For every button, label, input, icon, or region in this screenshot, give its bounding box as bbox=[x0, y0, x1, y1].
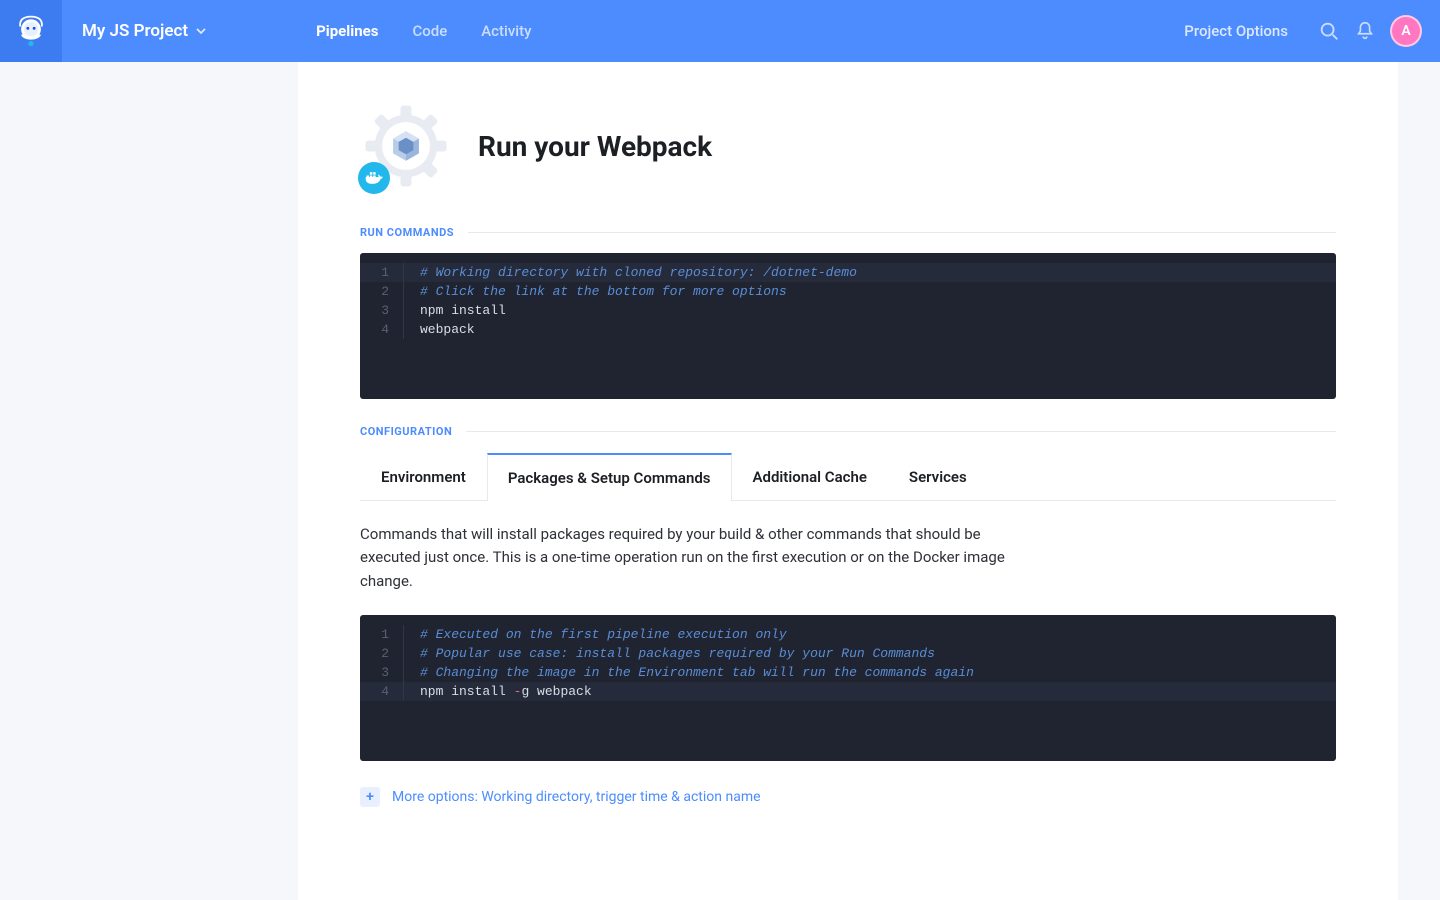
code-content: # Changing the image in the Environment … bbox=[404, 663, 974, 682]
run-commands-section-label: RUN COMMANDS bbox=[360, 226, 1336, 239]
topbar-icons: A bbox=[1318, 15, 1422, 47]
line-number: 3 bbox=[360, 663, 404, 682]
code-line[interactable]: 3# Changing the image in the Environment… bbox=[360, 663, 1336, 682]
run-commands-label-text: RUN COMMANDS bbox=[360, 226, 454, 239]
more-options-row: + More options: Working directory, trigg… bbox=[360, 787, 1336, 807]
search-icon[interactable] bbox=[1318, 20, 1340, 42]
code-content: npm install bbox=[404, 301, 506, 320]
content-card: Run your Webpack RUN COMMANDS 1# Working… bbox=[298, 62, 1398, 900]
line-number: 2 bbox=[360, 282, 404, 301]
run-commands-editor[interactable]: 1# Working directory with cloned reposit… bbox=[360, 253, 1336, 399]
page-title-row: Run your Webpack bbox=[360, 100, 1336, 192]
page-title: Run your Webpack bbox=[478, 130, 712, 163]
code-line[interactable]: 4webpack bbox=[360, 320, 1336, 339]
project-selector[interactable]: My JS Project bbox=[62, 21, 226, 41]
setup-commands-editor[interactable]: 1# Executed on the first pipeline execut… bbox=[360, 615, 1336, 761]
code-content: # Working directory with cloned reposito… bbox=[404, 263, 857, 282]
code-line[interactable]: 2# Click the link at the bottom for more… bbox=[360, 282, 1336, 301]
code-line[interactable]: 1# Executed on the first pipeline execut… bbox=[360, 625, 1336, 644]
line-number: 4 bbox=[360, 320, 404, 339]
code-content: webpack bbox=[404, 320, 475, 339]
line-number: 4 bbox=[360, 682, 404, 701]
topbar: My JS Project Pipelines Code Activity Pr… bbox=[0, 0, 1440, 62]
app-logo[interactable] bbox=[0, 0, 62, 62]
section-rule bbox=[466, 431, 1336, 432]
tab-services[interactable]: Services bbox=[888, 453, 988, 501]
tab-packages-setup[interactable]: Packages & Setup Commands bbox=[487, 453, 732, 501]
buddy-logo-icon bbox=[13, 13, 49, 49]
primary-nav: Pipelines Code Activity bbox=[316, 22, 531, 40]
section-rule bbox=[468, 232, 1336, 233]
line-number: 2 bbox=[360, 644, 404, 663]
line-number: 1 bbox=[360, 263, 404, 282]
code-content: # Popular use case: install packages req… bbox=[404, 644, 935, 663]
action-icon-wrap bbox=[360, 100, 452, 192]
code-line[interactable]: 1# Working directory with cloned reposit… bbox=[360, 263, 1336, 282]
config-description: Commands that will install packages requ… bbox=[360, 523, 1040, 593]
code-content: npm install -g webpack bbox=[404, 682, 592, 701]
code-line[interactable]: 4npm install -g webpack bbox=[360, 682, 1336, 701]
tab-additional-cache[interactable]: Additional Cache bbox=[732, 453, 888, 501]
line-number: 3 bbox=[360, 301, 404, 320]
line-number: 1 bbox=[360, 625, 404, 644]
avatar[interactable]: A bbox=[1390, 15, 1422, 47]
nav-pipelines[interactable]: Pipelines bbox=[316, 22, 378, 40]
more-options-link[interactable]: More options: Working directory, trigger… bbox=[392, 789, 761, 805]
code-content: # Click the link at the bottom for more … bbox=[404, 282, 787, 301]
nav-activity[interactable]: Activity bbox=[481, 22, 531, 40]
docker-badge-icon bbox=[358, 162, 390, 194]
project-name: My JS Project bbox=[82, 21, 188, 41]
project-options-link[interactable]: Project Options bbox=[1184, 22, 1288, 40]
caret-down-icon bbox=[196, 28, 206, 34]
nav-code[interactable]: Code bbox=[412, 22, 447, 40]
configuration-section-label: CONFIGURATION bbox=[360, 425, 1336, 438]
tab-environment[interactable]: Environment bbox=[360, 453, 487, 501]
code-line[interactable]: 3npm install bbox=[360, 301, 1336, 320]
code-line[interactable]: 2# Popular use case: install packages re… bbox=[360, 644, 1336, 663]
bell-icon[interactable] bbox=[1354, 20, 1376, 42]
plus-icon[interactable]: + bbox=[360, 787, 380, 807]
config-tabs: Environment Packages & Setup Commands Ad… bbox=[360, 452, 1336, 501]
code-content: # Executed on the first pipeline executi… bbox=[404, 625, 787, 644]
configuration-label-text: CONFIGURATION bbox=[360, 425, 452, 438]
